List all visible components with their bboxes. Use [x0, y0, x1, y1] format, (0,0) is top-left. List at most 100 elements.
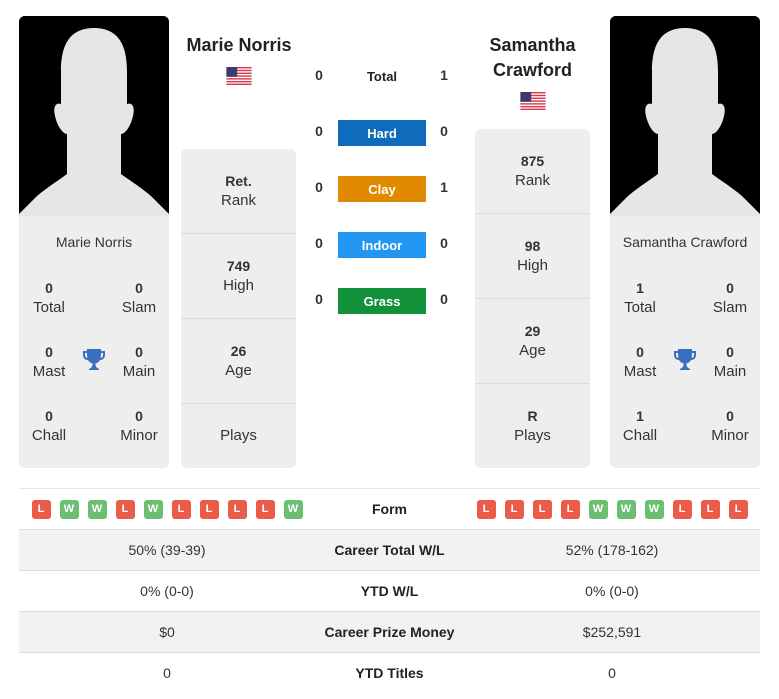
form-win-badge[interactable]: W	[588, 499, 608, 519]
player2-card-name: Samantha Crawford	[622, 234, 748, 250]
player2-plays: R Plays	[475, 384, 590, 468]
info-label: Rank	[514, 172, 551, 189]
player1-info-panel: Ret. Rank 749 High 26 Age Plays	[181, 149, 296, 468]
form-loss-badge[interactable]: L	[700, 499, 720, 519]
player1-rank: Ret. Rank	[181, 149, 296, 234]
form-loss-badge[interactable]: L	[255, 499, 275, 519]
player2-stat-minor: 0 Minor	[700, 406, 760, 446]
p1-value: 0	[163, 665, 171, 681]
form-win-badge[interactable]: W	[143, 499, 163, 519]
player1-stat-slam: 0 Slam	[109, 278, 169, 318]
form-loss-badge[interactable]: L	[728, 499, 748, 519]
p2-value: 52% (178-162)	[565, 542, 659, 558]
player1-photo	[19, 16, 169, 216]
stat-value: 0	[726, 280, 734, 296]
stat-value: 0	[726, 408, 734, 424]
surface-indoor-badge: Indoor	[338, 232, 426, 258]
info-value: 26	[230, 343, 247, 359]
form-win-badge[interactable]: W	[59, 499, 79, 519]
player2-rank: 875 Rank	[475, 129, 590, 214]
info-value: 749	[226, 258, 251, 274]
form-loss-badge[interactable]: L	[672, 499, 692, 519]
row-label: Career Prize Money	[324, 624, 455, 640]
player2-stat-total: 1 Total	[610, 278, 670, 318]
form-loss-badge[interactable]: L	[199, 499, 219, 519]
form-win-badge[interactable]: W	[644, 499, 664, 519]
player2-name-link[interactable]: Samantha Crawford	[470, 33, 595, 83]
h2h-grass-p1: 0	[315, 291, 323, 307]
player1-plays: Plays	[181, 404, 296, 468]
player1-stat-chall: 0 Chall	[19, 406, 79, 446]
form-loss-badge[interactable]: L	[115, 499, 135, 519]
stat-value: 0	[636, 344, 644, 360]
player1-name-link[interactable]: Marie Norris	[178, 33, 300, 58]
form-loss-badge[interactable]: L	[227, 499, 247, 519]
player2-form-list: LLLLWWWLLL	[464, 499, 760, 519]
comparison-table: LWWLWLLLLW Form LLLLWWWLLL 50% (39-39) C…	[19, 488, 760, 693]
player2-stat-chall: 1 Chall	[610, 406, 670, 446]
info-value: R	[527, 408, 538, 424]
h2h-total-label: Total	[366, 69, 398, 84]
player1-form: LWWLWLLLLW	[19, 499, 315, 519]
stat-value: 0	[135, 408, 143, 424]
player-silhouette-icon	[610, 16, 760, 216]
stat-label: Main	[122, 363, 156, 380]
p1-value: $0	[159, 624, 175, 640]
info-label: High	[517, 257, 548, 274]
stat-label: Chall	[31, 427, 67, 444]
row-label: Career Total W/L	[334, 542, 445, 558]
form-label: Form	[372, 501, 407, 517]
form-win-badge[interactable]: W	[283, 499, 303, 519]
form-win-badge[interactable]: W	[87, 499, 107, 519]
stat-value: 0	[45, 280, 53, 296]
form-loss-badge[interactable]: L	[476, 499, 496, 519]
p2-value: 0	[608, 665, 616, 681]
info-value: 98	[524, 238, 541, 254]
h2h-clay-p1: 0	[315, 179, 323, 195]
p2-value: $252,591	[582, 624, 642, 640]
form-loss-badge[interactable]: L	[560, 499, 580, 519]
info-label: Age	[225, 362, 252, 379]
stat-label: Total	[33, 299, 65, 316]
form-win-badge[interactable]: W	[616, 499, 636, 519]
p1-value: 0% (0-0)	[140, 583, 194, 599]
player1-stat-minor: 0 Minor	[109, 406, 169, 446]
stat-value: 0	[45, 408, 53, 424]
info-label: Plays	[514, 427, 551, 444]
player1-stat-main: 0 Main	[109, 342, 169, 382]
stat-value: 0	[135, 280, 143, 296]
form-loss-badge[interactable]: L	[532, 499, 552, 519]
stat-label: Total	[624, 299, 656, 316]
stat-value: 0	[45, 344, 53, 360]
info-label: Plays	[220, 427, 257, 444]
player2-name-line2: Crawford	[492, 60, 572, 80]
stat-label: Slam	[712, 299, 748, 316]
stat-value: 0	[135, 344, 143, 360]
stat-label: Main	[713, 363, 747, 380]
h2h-total-p2: 1	[440, 67, 448, 83]
player2-stat-main: 0 Main	[700, 342, 760, 382]
player1-age: 26 Age	[181, 319, 296, 404]
form-loss-badge[interactable]: L	[31, 499, 51, 519]
player1-card: Marie Norris 0 Total 0 Slam 0 Mast 0 Mai…	[19, 16, 169, 468]
form-loss-badge[interactable]: L	[504, 499, 524, 519]
h2h-indoor-p1: 0	[315, 235, 323, 251]
player1-card-name: Marie Norris	[55, 234, 133, 250]
player1-form-list: LWWLWLLLLW	[19, 499, 315, 519]
table-row: $0 Career Prize Money $252,591	[19, 611, 760, 652]
player2-age: 29 Age	[475, 299, 590, 384]
player2-stat-mast: 0 Mast	[610, 342, 670, 382]
surface-hard-badge: Hard	[338, 120, 426, 146]
info-label: Rank	[220, 192, 257, 209]
info-value: 875	[520, 153, 545, 169]
stat-value: 1	[636, 280, 644, 296]
player1-high: 749 High	[181, 234, 296, 319]
h2h-total-p1: 0	[315, 67, 323, 83]
form-row: LWWLWLLLLW Form LLLLWWWLLL	[19, 488, 760, 529]
stat-label: Chall	[622, 427, 658, 444]
player2-info-panel: 875 Rank 98 High 29 Age R Plays	[475, 129, 590, 468]
table-row: 50% (39-39) Career Total W/L 52% (178-16…	[19, 529, 760, 570]
form-loss-badge[interactable]: L	[171, 499, 191, 519]
player1-stat-mast: 0 Mast	[19, 342, 79, 382]
table-row: 0% (0-0) YTD W/L 0% (0-0)	[19, 570, 760, 611]
